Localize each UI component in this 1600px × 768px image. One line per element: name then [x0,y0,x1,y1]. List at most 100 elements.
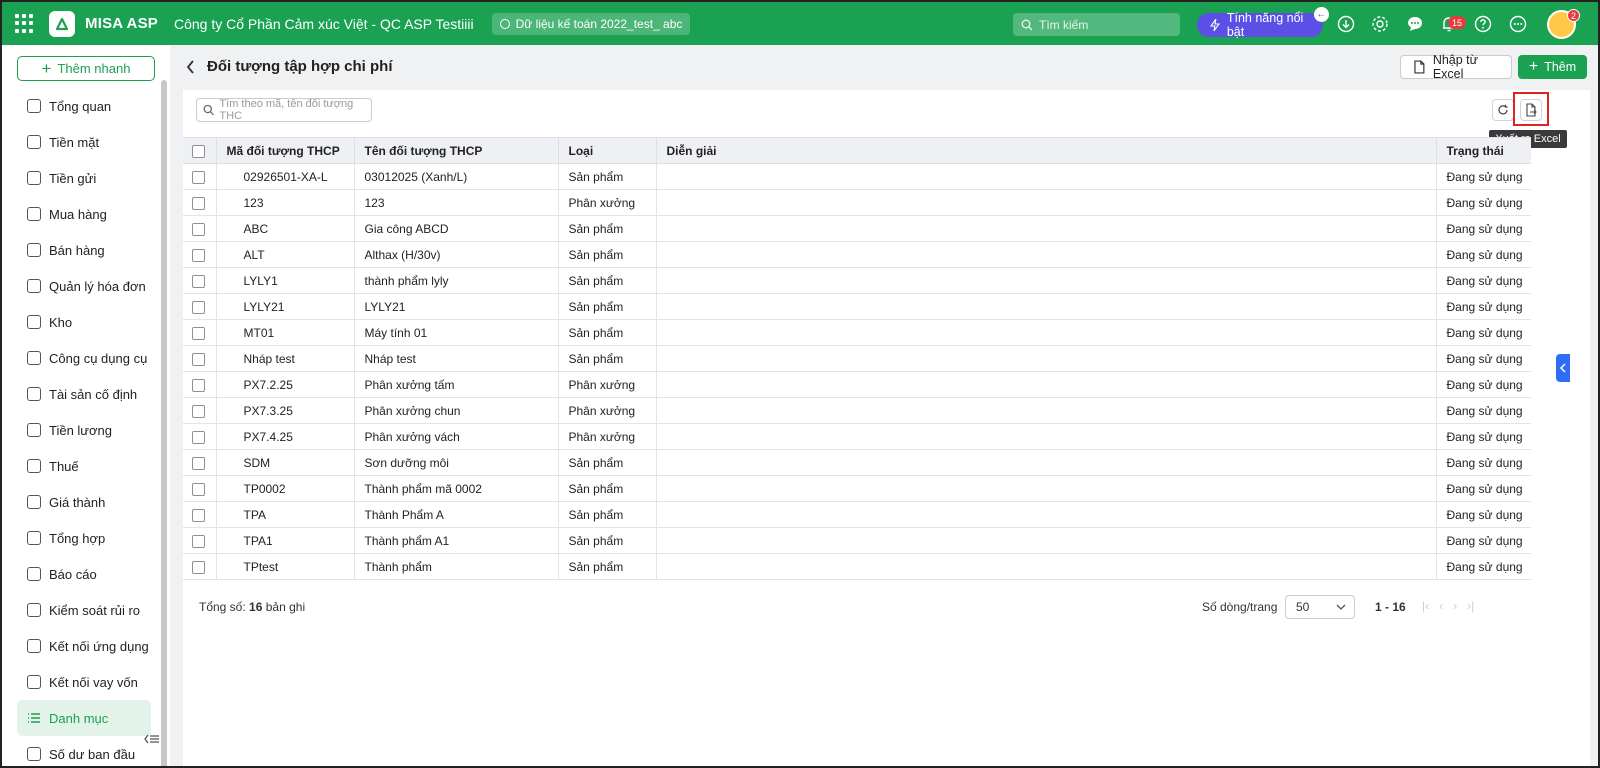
sidebar-item[interactable]: Báo cáo [17,556,151,592]
first-page-icon[interactable]: |‹ [1422,599,1429,613]
chat-icon[interactable] [1406,15,1424,33]
sidebar-item[interactable]: Tài sản cố định [17,376,151,412]
page-size-select[interactable]: 50 [1285,595,1355,619]
sidebar-item[interactable]: Kho [17,304,151,340]
column-header-description[interactable]: Diễn giải [656,137,1437,164]
side-panel-toggle[interactable] [1556,354,1570,382]
sidebar-item[interactable]: Bán hàng [17,232,151,268]
row-checkbox-cell[interactable] [183,527,217,554]
prev-page-icon[interactable]: ‹ [1439,599,1443,613]
sidebar-item[interactable]: Tổng hợp [17,520,151,556]
row-checkbox-cell[interactable] [183,163,217,190]
row-checkbox[interactable] [192,456,205,470]
row-checkbox-cell[interactable] [183,215,217,242]
sidebar-item[interactable]: Kết nối vay vốn [17,664,151,700]
row-checkbox[interactable] [192,560,205,574]
row-checkbox[interactable] [192,534,205,548]
global-search-input[interactable]: Tìm kiếm [1013,13,1180,36]
table-row[interactable]: PX7.3.25 Phân xưởng chun Phân xưởng Đang sử… [183,397,1531,424]
sidebar-scrollbar[interactable] [161,80,167,766]
more-options-icon[interactable] [1509,15,1527,33]
download-icon[interactable] [1337,15,1355,33]
collapse-sidebar-icon[interactable] [144,732,160,746]
column-header-code[interactable]: Mã đối tượng THCP [216,137,355,164]
table-row[interactable]: Nháp test Nháp test Sản phẩm Đang sử dụng [183,345,1531,372]
sidebar-item[interactable]: Quản lý hóa đơn [17,268,151,304]
column-header-type[interactable]: Loại [558,137,657,164]
row-checkbox-cell[interactable] [183,241,217,268]
add-button[interactable]: + Thêm [1518,55,1587,79]
column-header-name[interactable]: Tên đối tượng THCP [354,137,559,164]
refresh-button[interactable] [1492,99,1514,121]
table-row[interactable]: LYLY1 thành phẩm lyly Sản phẩm Đang sử dụng [183,267,1531,294]
settings-gear-icon[interactable] [1371,15,1389,33]
row-checkbox-cell[interactable] [183,319,217,346]
table-row[interactable]: LYLY21 LYLY21 Sản phẩm Đang sử dụng [183,293,1531,320]
list-search-input[interactable]: Tìm theo mã, tên đối tượng THC [196,98,372,122]
table-row[interactable]: 02926501-XA-L 03012025 (Xanh/L) Sản phẩm Đa… [183,163,1531,190]
row-checkbox-cell[interactable] [183,397,217,424]
row-checkbox[interactable] [192,326,205,340]
table-row[interactable]: MT01 Máy tính 01 Sản phẩm Đang sử dụng [183,319,1531,346]
back-chevron-icon[interactable] [186,59,195,74]
select-all-checkbox[interactable] [192,144,205,158]
row-checkbox[interactable] [192,378,205,392]
sidebar-item[interactable]: Danh mục [17,700,151,736]
column-header-status[interactable]: Trạng thái [1436,137,1531,164]
export-excel-button[interactable] [1520,99,1542,121]
import-excel-button[interactable]: Nhập từ Excel [1400,53,1512,81]
row-checkbox[interactable] [192,482,205,496]
table-row[interactable]: TPtest Thành phẩm Sản phẩm Đang sử dụng [183,553,1531,580]
row-checkbox[interactable] [192,430,205,444]
table-row[interactable]: ABC Gia công ABCD Sản phẩm Đang sử dụng [183,215,1531,242]
row-checkbox[interactable] [192,170,205,184]
featured-button[interactable]: Tính năng nổi bật [1197,11,1323,39]
table-row[interactable]: TPA Thành Phẩm A Sản phẩm Đang sử dụng [183,501,1531,528]
sidebar-item[interactable]: Tiền lương [17,412,151,448]
row-checkbox[interactable] [192,222,205,236]
sidebar-item[interactable]: Giá thành [17,484,151,520]
last-page-icon[interactable]: ›| [1467,599,1474,613]
select-all-checkbox-cell[interactable] [183,137,217,164]
dataset-selector[interactable]: Dữ liệu kế toán 2022_test_ abc [491,12,691,35]
row-checkbox[interactable] [192,352,205,366]
sidebar-item[interactable]: Mua hàng [17,196,151,232]
row-checkbox[interactable] [192,196,205,210]
row-checkbox-cell[interactable] [183,475,217,502]
quick-add-button[interactable]: + Thêm nhanh [17,56,155,81]
sidebar-item[interactable]: Tiền gửi [17,160,151,196]
table-row[interactable]: SDM Sơn dưỡng môi Sản phẩm Đang sử dụng [183,449,1531,476]
row-checkbox-cell[interactable] [183,553,217,580]
row-checkbox-cell[interactable] [183,501,217,528]
row-checkbox[interactable] [192,248,205,262]
cell-status: Đang sử dụng [1436,423,1531,450]
row-checkbox[interactable] [192,404,205,418]
table-row[interactable]: ALT Althax (H/30v) Sản phẩm Đang sử dụng [183,241,1531,268]
table-row[interactable]: 123 123 Phân xưởng Đang sử dụng [183,189,1531,216]
sidebar-item[interactable]: Tổng quan [17,88,151,124]
row-checkbox-cell[interactable] [183,267,217,294]
table-row[interactable]: PX7.2.25 Phân xưởng tấm Phân xưởng Đang sử … [183,371,1531,398]
sidebar-item[interactable]: Thuế [17,448,151,484]
sidebar-item[interactable]: Công cụ dụng cụ [17,340,151,376]
table-row[interactable]: TP0002 Thành phẩm mã 0002 Sản phẩm Đang sử … [183,475,1531,502]
sidebar-item[interactable]: Số dư ban đầu [17,736,151,766]
row-checkbox-cell[interactable] [183,371,217,398]
sidebar-item[interactable]: Kiểm soát rủi ro [17,592,151,628]
table-row[interactable]: TPA1 Thành phẩm A1 Sản phẩm Đang sử dụng [183,527,1531,554]
sidebar-item[interactable]: Tiền mặt [17,124,151,160]
row-checkbox[interactable] [192,300,205,314]
row-checkbox-cell[interactable] [183,189,217,216]
apps-grid-icon[interactable] [15,13,35,34]
row-checkbox[interactable] [192,508,205,522]
table-row[interactable]: PX7.4.25 Phân xưởng vách Phân xưởng Đang sử… [183,423,1531,450]
row-checkbox-cell[interactable] [183,423,217,450]
row-checkbox[interactable] [192,274,205,288]
row-checkbox-cell[interactable] [183,449,217,476]
company-name[interactable]: Công ty Cổ Phần Cảm xúc Việt - QC ASP Te… [174,16,474,32]
next-page-icon[interactable]: › [1453,599,1457,613]
row-checkbox-cell[interactable] [183,293,217,320]
sidebar-item[interactable]: Kết nối ứng dụng [17,628,151,664]
help-icon[interactable] [1474,15,1492,33]
row-checkbox-cell[interactable] [183,345,217,372]
